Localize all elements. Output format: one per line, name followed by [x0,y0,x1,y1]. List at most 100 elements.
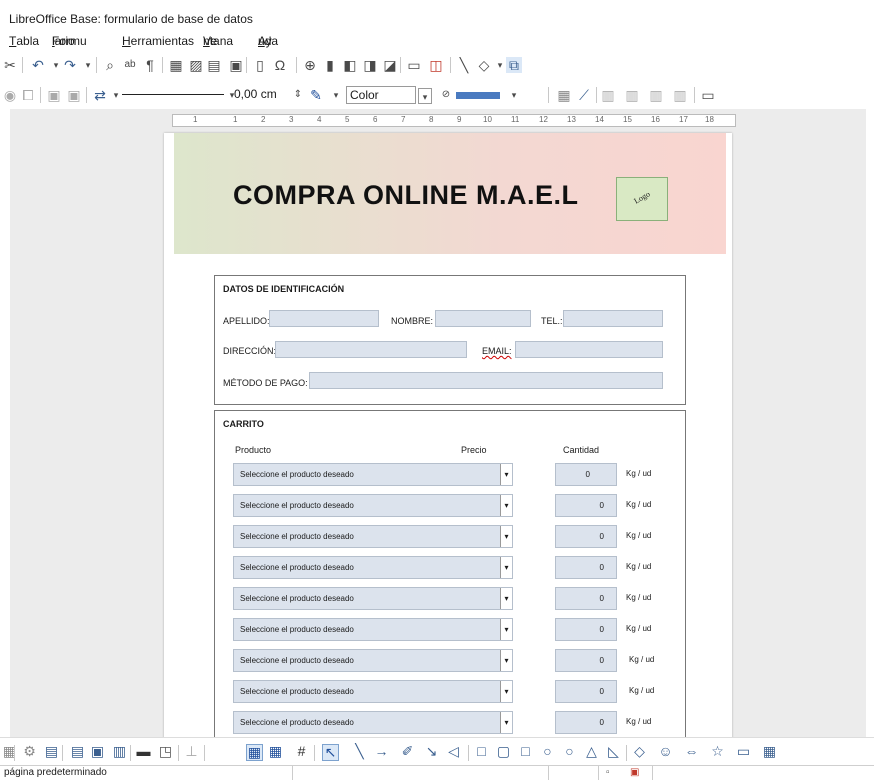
footnote-icon[interactable]: ▮ [322,57,338,73]
page-style-status[interactable]: página predeterminado [4,766,107,780]
chevron-down-icon[interactable]: ▾ [500,464,512,485]
cut-icon[interactable]: ✂ [2,57,18,73]
bring-front-icon[interactable]: ▣ [46,87,62,103]
align-top-icon[interactable]: ▥ [672,87,688,103]
symbol-shapes-icon[interactable]: ☺ [658,744,673,759]
display-grid-icon[interactable]: ▦ [246,744,263,761]
product-select[interactable]: Seleccione el producto deseado ▾ [233,463,513,486]
callouts-icon[interactable]: ▭ [736,744,751,759]
align-right-icon[interactable]: ▥ [648,87,664,103]
menu-ayuda[interactable]: Ay u da [258,30,278,52]
comment-icon[interactable]: ▭ [406,57,422,73]
chevron-down-icon[interactable]: ▾ [500,681,512,702]
table-icon[interactable]: ▦ [168,57,184,73]
quantity-field[interactable]: 0 [555,463,617,486]
select-pointer-icon[interactable]: ↖ [322,744,339,761]
apellido-field[interactable] [269,310,379,327]
line-color-icon[interactable]: ✎ [308,87,324,103]
chevron-down-icon[interactable]: ▾ [500,495,512,516]
arrow-line-icon[interactable]: → [374,744,389,759]
textbox-icon[interactable]: ▣ [228,57,244,73]
square-tool-icon[interactable]: □ [518,744,533,759]
align-center-icon[interactable]: ▥ [624,87,640,103]
basic-shapes-icon[interactable]: ◇ [632,744,647,759]
chevron-down-icon[interactable]: ▾ [500,588,512,609]
product-select[interactable]: Seleccione el producto deseado ▾ [233,587,513,610]
redo-dropdown-icon[interactable]: ▾ [80,57,96,73]
document-modified-icon[interactable]: ▣ [630,766,639,780]
triangle-tool-icon[interactable]: △ [584,744,599,759]
quantity-field[interactable]: 0 [555,680,617,703]
fill-color-preview[interactable] [456,92,500,99]
frame-icon[interactable]: ▭ [700,87,716,103]
nombre-field[interactable] [435,310,531,327]
rectangle-tool-icon[interactable]: □ [474,744,489,759]
undo-icon[interactable]: ↶ [30,57,46,73]
redo-icon[interactable]: ↷ [62,57,78,73]
area-style-dropdown-icon[interactable]: ▾ [418,88,432,104]
add-field-icon[interactable]: ▣ [90,744,105,759]
ellipse-tool-icon[interactable]: ○ [540,744,555,759]
line-style-preview[interactable] [122,94,224,95]
menu-herramientas[interactable]: Herramientas [122,30,194,52]
page-break-icon[interactable]: ▯ [252,57,268,73]
line-color-dropdown-icon[interactable]: ▾ [328,87,344,103]
quantity-field[interactable]: 0 [555,649,617,672]
wrap-icon[interactable]: ⧠ [20,87,36,103]
auto-control-focus-icon[interactable]: ◳ [158,744,173,759]
points-icon[interactable]: ⟋ [576,87,592,103]
activation-order-icon[interactable]: ▥ [112,744,127,759]
open-folder-icon[interactable]: ▬ [136,744,151,759]
anchor-icon[interactable]: ◉ [2,87,18,103]
position-size-icon[interactable]: ⊥ [184,744,199,759]
special-character-icon[interactable]: Ω [272,57,288,73]
quantity-field[interactable]: 0 [555,556,617,579]
bookmark-icon[interactable]: ◧ [342,57,358,73]
align-left-icon[interactable]: ▥ [600,87,616,103]
quantity-field[interactable]: 0 [555,525,617,548]
formatting-marks-icon[interactable]: ¶ [142,57,158,73]
helplines-icon[interactable]: # [294,744,309,759]
menu-formulario[interactable]: Formu l ario [52,30,87,52]
hyperlink-icon[interactable]: ⊕ [302,57,318,73]
spelling-icon[interactable]: ab [122,57,138,73]
quantity-field[interactable]: 0 [555,711,617,734]
polygon-tool-icon[interactable]: ◁ [446,744,461,759]
circle-tool-icon[interactable]: ○ [562,744,577,759]
track-changes-icon[interactable]: ◫ [428,57,444,73]
product-select[interactable]: Seleccione el producto deseado ▾ [233,525,513,548]
field-icon[interactable]: ◪ [382,57,398,73]
quantity-field[interactable]: 0 [555,494,617,517]
cross-reference-icon[interactable]: ◨ [362,57,378,73]
product-select[interactable]: Seleccione el producto deseado ▾ [233,649,513,672]
horizontal-ruler[interactable]: 1 1 2 3 4 5 6 7 8 9 10 11 12 13 14 15 16… [172,114,736,127]
line-icon[interactable]: ╲ [456,57,472,73]
connector-tool-icon[interactable]: ↘ [424,744,439,759]
selection-mode-icon[interactable]: ▫ [606,766,610,780]
line-arrow-style-icon[interactable]: ⇄ [92,87,108,103]
form-properties-icon[interactable]: ▤ [44,744,59,759]
product-select[interactable]: Seleccione el producto deseado ▾ [233,680,513,703]
chevron-down-icon[interactable]: ▾ [500,557,512,578]
line-tool-icon[interactable]: ╲ [352,744,367,759]
rounded-rectangle-icon[interactable]: ▢ [496,744,511,759]
chevron-down-icon[interactable]: ▾ [500,526,512,547]
right-triangle-icon[interactable]: ◺ [606,744,621,759]
area-style-select[interactable]: Color [346,86,416,104]
email-field[interactable] [515,341,663,358]
product-select[interactable]: Seleccione el producto deseado ▾ [233,556,513,579]
arrow-dropdown-icon[interactable]: ▾ [108,87,124,103]
menu-tabla[interactable]: Tabla [9,30,39,52]
control-icon[interactable]: ⚙ [22,744,37,759]
stars-icon[interactable]: ☆ [710,744,725,759]
line-width-spinner-icon[interactable]: ⇕ [290,87,306,103]
logo-placeholder[interactable]: Logo [616,177,668,221]
draw-functions-icon[interactable]: ⧉ [506,57,522,73]
chevron-down-icon[interactable]: ▾ [500,619,512,640]
product-select[interactable]: Seleccione el producto deseado ▾ [233,494,513,517]
form-navigator-icon[interactable]: ▤ [70,744,85,759]
chevron-down-icon[interactable]: ▾ [500,650,512,671]
send-back-icon[interactable]: ▣ [66,87,82,103]
tel-field[interactable] [563,310,663,327]
metodo-pago-field[interactable] [309,372,663,389]
